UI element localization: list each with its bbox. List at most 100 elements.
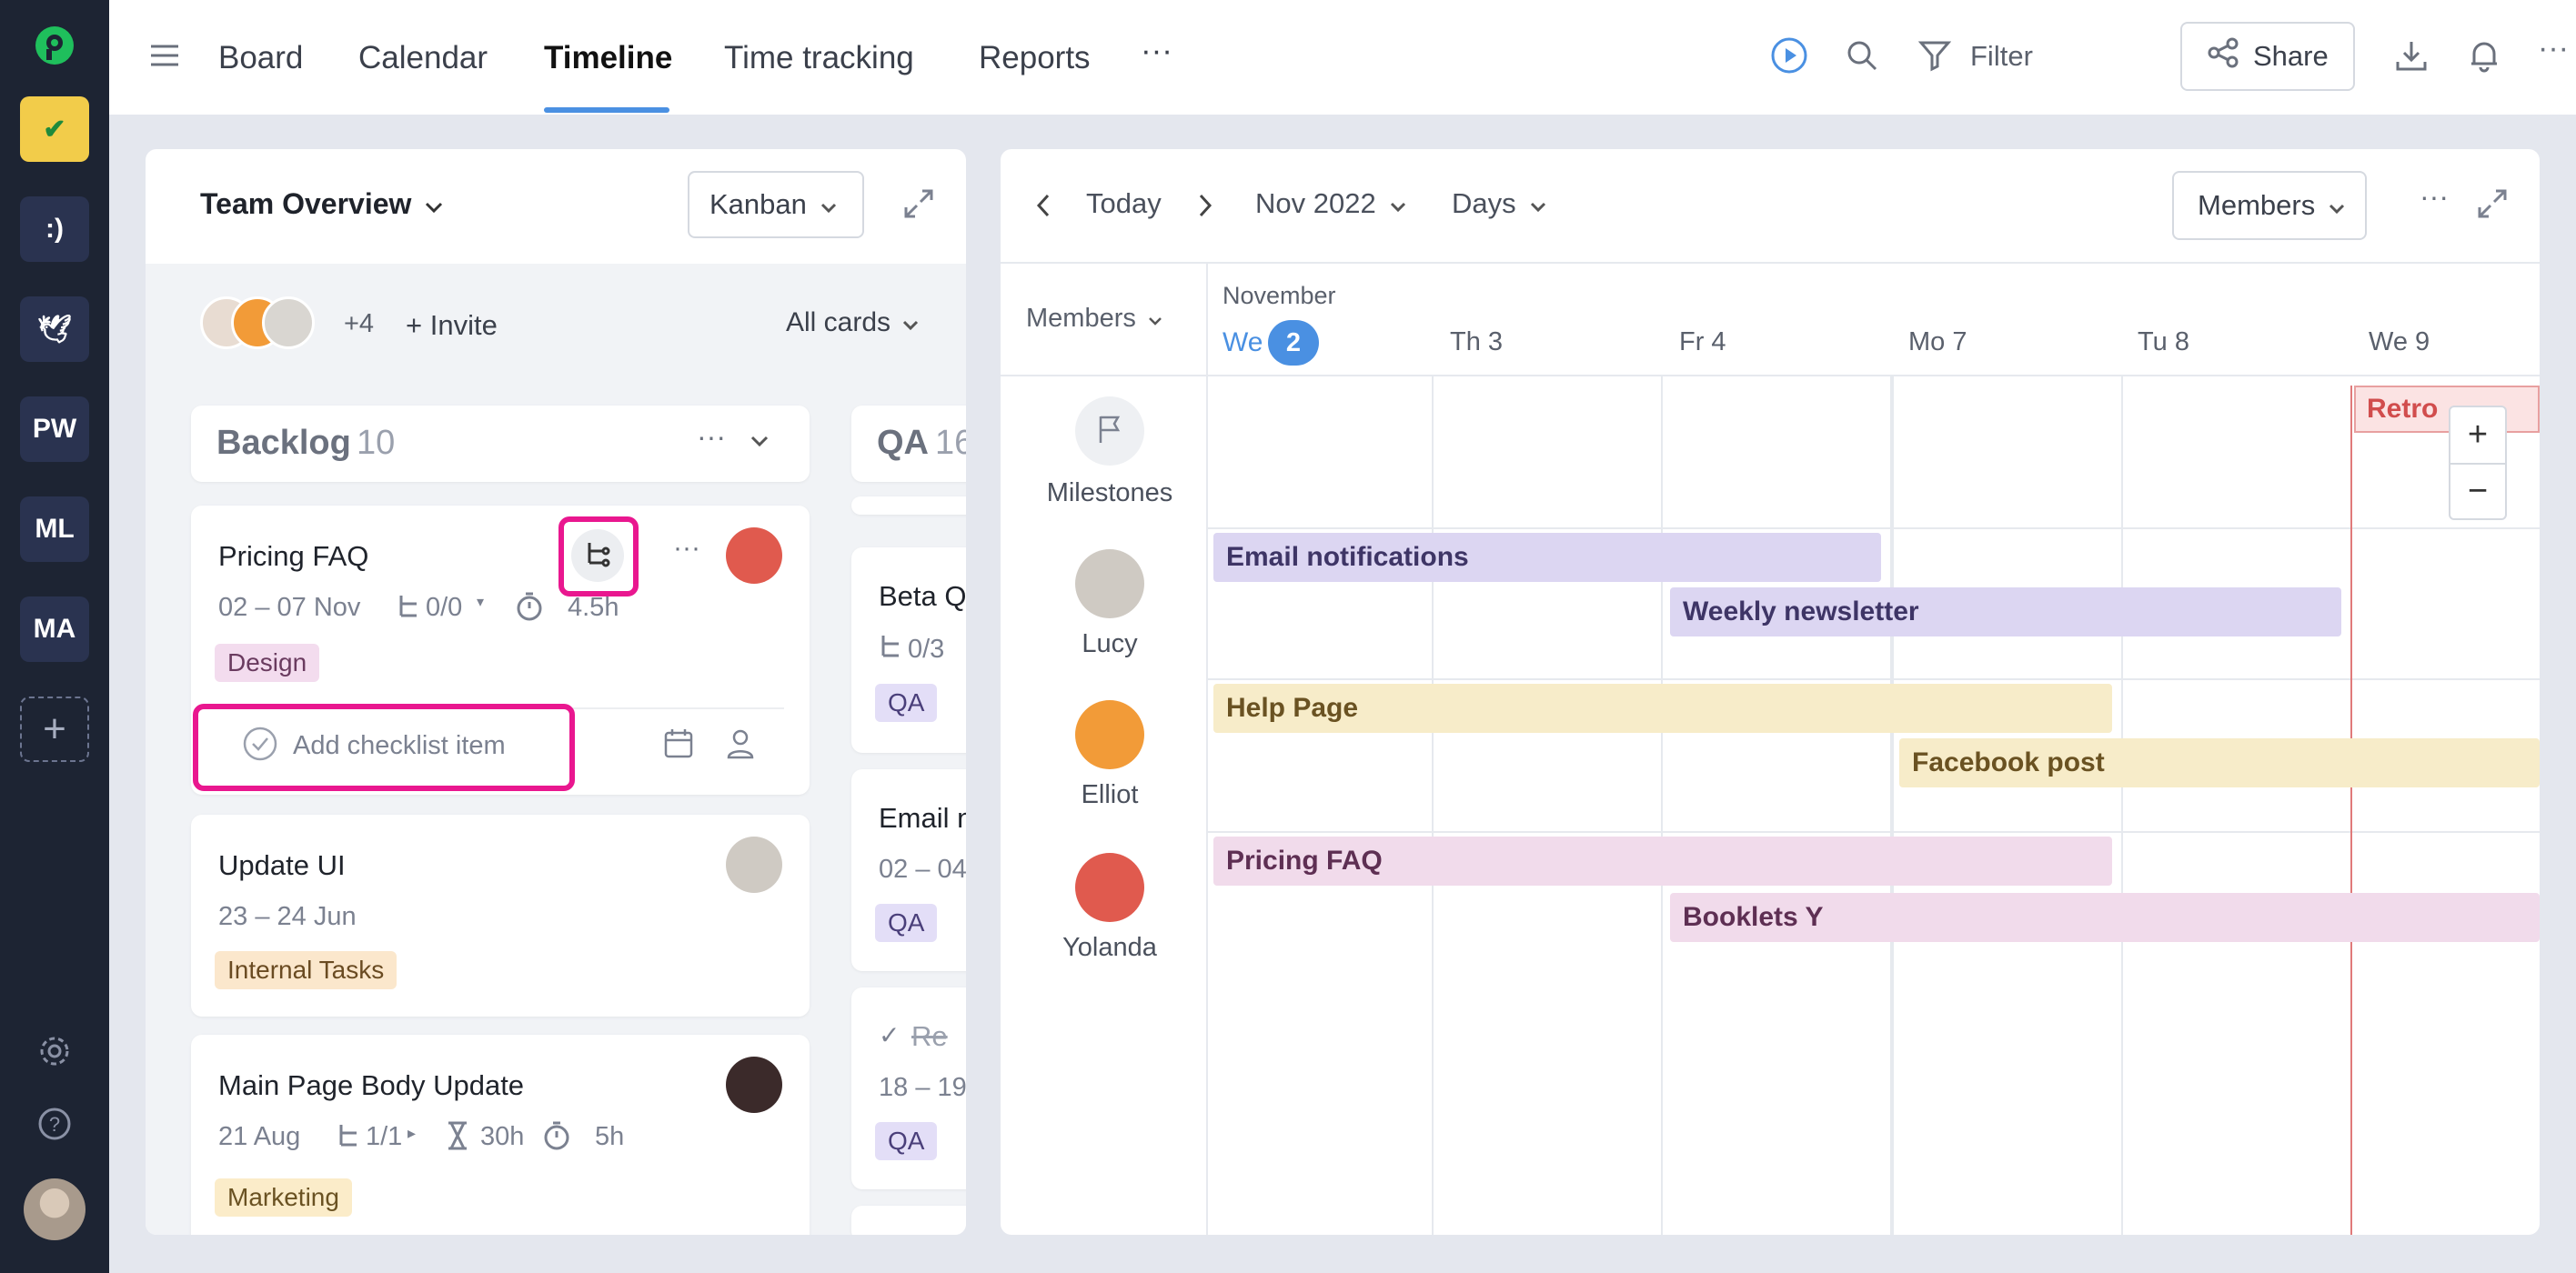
day-label: We 9	[2369, 327, 2430, 356]
milestone-bar[interactable]: Retro	[2354, 386, 2540, 433]
task-card[interactable]: Update UI 23 – 24 Jun Internal Tasks	[191, 815, 810, 1017]
task-card[interactable]: Beta Q 0/3 QA	[851, 547, 966, 753]
row-divider	[1208, 831, 2540, 833]
divider	[1001, 375, 2540, 376]
calendar-icon[interactable]	[662, 727, 695, 765]
tab-calendar[interactable]: Calendar	[358, 40, 488, 76]
settings-icon[interactable]	[33, 1029, 76, 1073]
workspace-pw[interactable]: PW	[20, 396, 89, 462]
download-icon[interactable]	[2390, 35, 2432, 76]
add-workspace-button[interactable]: +	[20, 697, 89, 762]
filter-label[interactable]: Filter	[1970, 40, 2033, 73]
card-filter-dropdown[interactable]: All cards	[786, 307, 920, 338]
play-icon[interactable]	[1768, 35, 1810, 76]
task-card[interactable]	[851, 496, 966, 515]
more-tabs-button[interactable]: ···	[1141, 33, 1172, 69]
collapse-column-icon[interactable]	[750, 435, 770, 452]
card-menu-button[interactable]: ···	[673, 533, 700, 564]
search-icon[interactable]	[1841, 35, 1883, 76]
scale-label: Days	[1452, 187, 1516, 219]
chevron-down-icon	[1529, 187, 1547, 220]
highlight-subtask-button	[558, 516, 639, 596]
workspace-ma[interactable]: MA	[20, 596, 89, 662]
tag-internal-tasks: Internal Tasks	[215, 951, 397, 989]
chevron-down-icon	[1147, 304, 1163, 334]
user-avatar[interactable]	[24, 1178, 86, 1240]
card-title: Email n	[879, 802, 966, 834]
task-card[interactable]: ✓ Re 18 – 19 QA	[851, 987, 966, 1189]
subtask-count: 1/1	[366, 1122, 403, 1151]
backlog-column-header: Backlog 10 ···	[191, 406, 810, 482]
share-icon	[2208, 37, 2239, 75]
extra-members-count[interactable]: +4	[344, 309, 374, 339]
tab-time-tracking[interactable]: Time tracking	[724, 40, 914, 76]
assignee-avatar[interactable]	[726, 1057, 782, 1113]
workspace-checkmark[interactable]: ✔	[20, 96, 89, 162]
tab-timeline[interactable]: Timeline	[544, 40, 672, 76]
tab-reports[interactable]: Reports	[979, 40, 1091, 76]
assignee-avatar[interactable]	[726, 527, 782, 584]
member-avatar-lucy[interactable]	[1075, 549, 1144, 618]
more-options-button[interactable]: ···	[2538, 31, 2569, 66]
card-dates: 23 – 24 Jun	[218, 902, 357, 931]
assign-user-icon[interactable]	[724, 727, 757, 765]
task-card[interactable]: Email n 02 – 04 QA	[851, 769, 966, 971]
workspace-bird[interactable]: 🕊	[20, 296, 89, 362]
timeline-bar[interactable]: Email notifications	[1213, 533, 1881, 582]
day-label: Tu 8	[2138, 327, 2189, 356]
row-divider	[1208, 678, 2540, 680]
filter-icon[interactable]	[1914, 35, 1956, 76]
estimate-time: 30h	[480, 1122, 525, 1151]
next-icon[interactable]	[1197, 193, 1213, 223]
group-by-label: Members	[2198, 189, 2316, 221]
scale-dropdown[interactable]: Days	[1452, 187, 1547, 220]
hourglass-icon	[446, 1120, 469, 1156]
member-avatar-elliot[interactable]	[1075, 700, 1144, 769]
column-menu-button[interactable]: ···	[697, 420, 726, 454]
hamburger-menu-icon[interactable]	[144, 35, 186, 76]
board-selector[interactable]: Team Overview	[200, 187, 444, 221]
tag-design: Design	[215, 644, 320, 682]
timeline-more-button[interactable]: ···	[2420, 180, 2449, 214]
task-card[interactable]	[851, 1206, 966, 1235]
row-label-yolanda: Yolanda	[1062, 933, 1157, 962]
bell-icon[interactable]	[2463, 35, 2505, 76]
timeline-bar[interactable]: Facebook post	[1899, 738, 2540, 787]
timeline-bar[interactable]: Pricing FAQ	[1213, 837, 2112, 886]
invite-button[interactable]: + Invite	[406, 309, 498, 342]
timeline-panel: Today Nov 2022 Days Members ··· Members …	[1001, 149, 2540, 1235]
assignee-avatar[interactable]	[726, 837, 782, 893]
share-button[interactable]: Share	[2180, 22, 2355, 91]
task-card[interactable]: Main Page Body Update 21 Aug 1/1 ▸ 30h 5…	[191, 1035, 810, 1235]
workspace-ml[interactable]: ML	[20, 496, 89, 562]
active-tab-indicator	[544, 107, 669, 113]
subtask-count: 0/0	[426, 593, 463, 622]
zoom-out-button[interactable]: −	[2450, 465, 2505, 518]
members-column-dropdown[interactable]: Members	[1026, 304, 1163, 334]
task-card[interactable]: Pricing FAQ ··· 02 – 07 Nov 0/0 ▾ 4.5h D…	[191, 506, 810, 795]
app-logo[interactable]	[33, 24, 76, 67]
subtask-icon	[879, 633, 902, 665]
caret-right-icon[interactable]: ▸	[408, 1124, 416, 1143]
timeline-bar[interactable]: Help Page	[1213, 684, 2112, 733]
month-picker[interactable]: Nov 2022	[1255, 187, 1407, 220]
view-mode-dropdown[interactable]: Kanban	[688, 171, 864, 238]
caret-down-icon[interactable]: ▾	[477, 593, 484, 611]
group-by-dropdown[interactable]: Members	[2172, 171, 2367, 240]
member-avatar[interactable]	[262, 296, 315, 349]
today-button[interactable]: Today	[1086, 187, 1162, 220]
zoom-in-button[interactable]: +	[2450, 407, 2505, 463]
expand-icon[interactable]	[902, 187, 935, 225]
tag-qa: QA	[875, 684, 938, 722]
card-dates: 21 Aug	[218, 1122, 301, 1151]
previous-icon[interactable]	[1035, 193, 1052, 223]
timeline-bar[interactable]: Weekly newsletter	[1670, 587, 2341, 636]
timeline-bar[interactable]: Booklets Y	[1670, 893, 2540, 942]
card-title: Update UI	[218, 849, 346, 881]
member-avatar-yolanda[interactable]	[1075, 853, 1144, 922]
help-icon[interactable]: ?	[33, 1102, 76, 1146]
workspace-smiley[interactable]: :)	[20, 196, 89, 262]
expand-icon[interactable]	[2476, 187, 2509, 225]
tab-board[interactable]: Board	[218, 40, 303, 76]
card-title: Pricing FAQ	[218, 540, 369, 572]
